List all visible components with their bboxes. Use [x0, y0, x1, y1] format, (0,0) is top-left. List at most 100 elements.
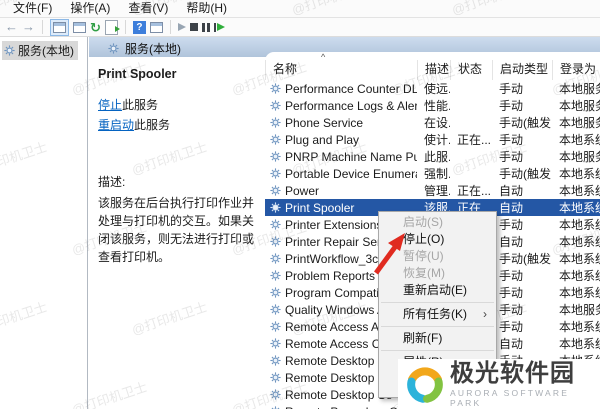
- restart-service-icon[interactable]: [214, 23, 225, 32]
- service-name: Plug and Play: [285, 133, 359, 147]
- service-startup-type: 自动: [492, 199, 552, 216]
- menubar-item[interactable]: 文件(F): [4, 0, 61, 17]
- description-label: 描述:: [98, 173, 257, 190]
- context-menu-item[interactable]: 重新启动(E): [379, 282, 496, 299]
- service-startup-type: 自动: [492, 233, 552, 250]
- service-startup-type: 手动(触发...: [492, 250, 552, 267]
- service-description: 在设...: [417, 114, 450, 131]
- service-gear-icon: [270, 134, 281, 145]
- refresh-icon[interactable]: ↻: [90, 21, 101, 34]
- tree-item-services-local[interactable]: 服务(本地): [2, 41, 78, 60]
- restart-service-suffix: 此服务: [134, 118, 170, 132]
- service-startup-type: 手动: [492, 284, 552, 301]
- service-description: 强制...: [417, 165, 450, 182]
- table-row[interactable]: PNRP Machine Name Pu...此服...手动本地服务: [265, 148, 600, 165]
- service-name: Remote Desktop Se: [285, 388, 392, 402]
- logo-subtitle: AURORA SOFTWARE PARK: [450, 388, 600, 408]
- service-startup-type: 手动: [492, 318, 552, 335]
- help-icon[interactable]: ?: [133, 21, 146, 34]
- service-gear-icon: [270, 202, 281, 213]
- service-startup-type: 手动: [492, 216, 552, 233]
- service-name: Program Compatib: [285, 286, 386, 300]
- table-row[interactable]: Performance Logs & Aler...性能...手动本地服务: [265, 97, 600, 114]
- table-row[interactable]: Portable Device Enumera...强制... 手动(触发...本…: [265, 165, 600, 182]
- service-logon-as: 本地服务: [552, 114, 600, 131]
- stop-service-link[interactable]: 停止: [98, 98, 122, 112]
- table-row[interactable]: Phone Service在设...手动(触发...本地服务: [265, 114, 600, 131]
- service-startup-type: 手动: [492, 131, 552, 148]
- service-gear-icon: [270, 185, 281, 196]
- panel-title: 服务(本地): [108, 40, 181, 57]
- service-name: Quality Windows Au: [285, 303, 392, 317]
- service-logon-as: 本地系统: [552, 318, 600, 335]
- service-logon-as: 本地系统: [552, 284, 600, 301]
- column-header-logon-as[interactable]: 登录为: [552, 60, 600, 80]
- service-status: 正在...: [450, 131, 492, 148]
- service-name: Phone Service: [285, 116, 363, 130]
- service-name: Performance Counter DL...: [285, 82, 417, 96]
- service-gear-icon: [270, 83, 281, 94]
- site-logo: 极光软件园 AURORA SOFTWARE PARK: [398, 359, 600, 409]
- context-menu-separator: [381, 326, 494, 327]
- service-name: Printer Extensions a: [285, 218, 392, 232]
- pause-service-icon[interactable]: [202, 23, 210, 32]
- toolbar-divider: [125, 20, 126, 34]
- table-row[interactable]: Plug and Play使计...正在...手动本地系统: [265, 131, 600, 148]
- services-gear-icon: [108, 43, 119, 54]
- export-list-icon[interactable]: [105, 20, 118, 35]
- extended-view-icon[interactable]: [150, 22, 163, 33]
- service-logon-as: 本地系统: [552, 216, 600, 233]
- service-description: 管理...: [417, 182, 450, 199]
- service-logon-as: 本地服务: [552, 301, 600, 318]
- table-row[interactable]: Power管理...正在...自动本地系统: [265, 182, 600, 199]
- service-startup-type: 手动: [492, 80, 552, 97]
- context-menu-item[interactable]: 所有任务(K)›: [379, 306, 496, 323]
- logo-text: 极光软件园 AURORA SOFTWARE PARK: [450, 361, 600, 408]
- console-tree-icon: [53, 22, 66, 33]
- toolbar-divider: [170, 20, 171, 34]
- back-icon[interactable]: ←: [5, 20, 18, 34]
- service-logon-as: 本地服务: [552, 148, 600, 165]
- menubar-item[interactable]: 查看(V): [119, 0, 177, 17]
- table-row[interactable]: Performance Counter DL...使远...手动本地服务: [265, 80, 600, 97]
- column-header-name[interactable]: 名称: [265, 60, 417, 80]
- service-name: Printer Repair Servi: [285, 235, 390, 249]
- context-menu-item: 恢复(M): [379, 265, 496, 282]
- context-menu-item[interactable]: 刷新(F): [379, 330, 496, 347]
- forward-icon[interactable]: →: [22, 20, 35, 34]
- context-menu-item: 暂停(U): [379, 248, 496, 265]
- service-logon-as: 本地服务: [552, 80, 600, 97]
- service-logon-as: 本地系统: [552, 267, 600, 284]
- service-startup-type: 手动: [492, 301, 552, 318]
- service-startup-type: 手动: [492, 97, 552, 114]
- context-menu-separator: [381, 302, 494, 303]
- service-detail-panel: Print Spooler 停止此服务 重启动此服务 描述: 该服务在后台执行打…: [89, 57, 265, 409]
- service-name: Remote Desktop Co: [285, 354, 393, 368]
- service-startup-type: 手动: [492, 267, 552, 284]
- selected-service-name: Print Spooler: [98, 67, 257, 81]
- services-console-window: 文件(F)操作(A)查看(V)帮助(H) ← → ↻ ? 服务(本地) 服务(本…: [0, 0, 600, 409]
- show-console-tree-button[interactable]: [50, 19, 69, 36]
- context-menu-item: 启动(S): [379, 214, 496, 231]
- service-startup-type: 手动(触发...: [492, 165, 552, 182]
- service-logon-as: 本地系统: [552, 182, 600, 199]
- service-gear-icon: [270, 168, 281, 179]
- aurora-logo-icon: [402, 361, 448, 407]
- service-logon-as: 本地系统: [552, 165, 600, 182]
- start-service-icon[interactable]: [178, 23, 186, 31]
- service-name: Portable Device Enumera...: [285, 167, 417, 181]
- service-logon-as: 本地系统: [552, 199, 600, 216]
- stop-service-icon[interactable]: [190, 23, 198, 31]
- restart-service-link[interactable]: 重启动: [98, 118, 134, 132]
- properties-icon[interactable]: [73, 22, 86, 33]
- column-header-description[interactable]: 描述: [417, 60, 450, 80]
- menubar-item[interactable]: 操作(A): [61, 0, 119, 17]
- column-header-startup-type[interactable]: 启动类型: [492, 60, 552, 80]
- service-gear-icon: [270, 219, 281, 230]
- description-text: 该服务在后台执行打印作业并处理与打印机的交互。如果关闭该服务，则无法进行打印或查…: [98, 194, 258, 266]
- context-menu-item[interactable]: 停止(O): [379, 231, 496, 248]
- column-header-status[interactable]: 状态: [450, 60, 492, 80]
- restart-service-line: 重启动此服务: [98, 116, 257, 133]
- menubar-item[interactable]: 帮助(H): [177, 0, 236, 17]
- service-gear-icon: [270, 372, 281, 383]
